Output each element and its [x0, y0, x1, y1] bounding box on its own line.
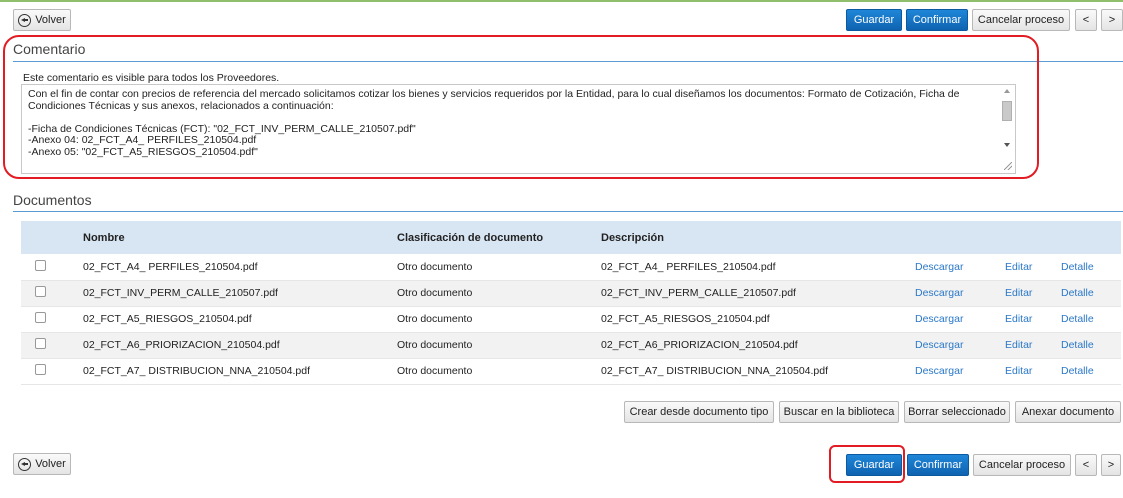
- download-link[interactable]: Descargar: [915, 287, 963, 299]
- document-name: 02_FCT_INV_PERM_CALLE_210507.pdf: [77, 280, 391, 307]
- documents-table: Nombre Clasificación de documento Descri…: [21, 221, 1121, 385]
- table-header-row: Nombre Clasificación de documento Descri…: [21, 221, 1121, 254]
- edit-link[interactable]: Editar: [1005, 287, 1032, 299]
- top-accent-line: [0, 0, 1123, 2]
- document-description: 02_FCT_A6_PRIORIZACION_210504.pdf: [595, 332, 909, 359]
- column-header-download: [909, 221, 999, 254]
- next-button-bottom[interactable]: >: [1101, 454, 1121, 476]
- column-header-name: Nombre: [77, 221, 391, 254]
- row-checkbox[interactable]: [35, 259, 46, 271]
- back-button-bottom[interactable]: Volver: [13, 453, 71, 475]
- table-row: 02_FCT_A5_RIESGOS_210504.pdf Otro docume…: [21, 306, 1121, 333]
- row-checkbox[interactable]: [35, 364, 46, 375]
- table-row: 02_FCT_A7_ DISTRIBUCION_NNA_210504.pdf O…: [21, 358, 1121, 385]
- attach-document-button[interactable]: Anexar documento: [1015, 401, 1121, 423]
- create-from-template-button[interactable]: Crear desde documento tipo: [624, 401, 774, 423]
- document-classification: Otro documento: [391, 254, 595, 281]
- document-description: 02_FCT_INV_PERM_CALLE_210507.pdf: [595, 280, 909, 307]
- cancel-process-button-bottom[interactable]: Cancelar proceso: [973, 454, 1071, 476]
- table-row: 02_FCT_INV_PERM_CALLE_210507.pdf Otro do…: [21, 280, 1121, 307]
- document-classification: Otro documento: [391, 306, 595, 333]
- confirm-button-bottom[interactable]: Confirmar: [907, 454, 969, 476]
- document-classification: Otro documento: [391, 332, 595, 359]
- document-name: 02_FCT_A4_ PERFILES_210504.pdf: [77, 254, 391, 281]
- documents-section-rule: [13, 211, 1123, 212]
- row-checkbox[interactable]: [35, 338, 46, 349]
- back-arrow-icon: [18, 457, 32, 471]
- edit-link[interactable]: Editar: [1005, 313, 1032, 325]
- detail-link[interactable]: Detalle: [1061, 261, 1094, 273]
- table-row: 02_FCT_A6_PRIORIZACION_210504.pdf Otro d…: [21, 332, 1121, 359]
- document-description: 02_FCT_A7_ DISTRIBUCION_NNA_210504.pdf: [595, 358, 909, 385]
- row-checkbox[interactable]: [35, 312, 46, 323]
- detail-link[interactable]: Detalle: [1061, 313, 1094, 325]
- save-button-top[interactable]: Guardar: [846, 9, 902, 31]
- document-classification: Otro documento: [391, 358, 595, 385]
- document-classification: Otro documento: [391, 280, 595, 307]
- column-header-edit: [999, 221, 1055, 254]
- save-highlight-annotation: [829, 445, 905, 483]
- table-row: 02_FCT_A4_ PERFILES_210504.pdf Otro docu…: [21, 254, 1121, 281]
- confirm-button-top[interactable]: Confirmar: [906, 9, 968, 31]
- edit-link[interactable]: Editar: [1005, 365, 1032, 377]
- document-description: 02_FCT_A5_RIESGOS_210504.pdf: [595, 306, 909, 333]
- select-column-header: [21, 221, 77, 254]
- cancel-process-button-top[interactable]: Cancelar proceso: [972, 9, 1070, 31]
- delete-selected-button[interactable]: Borrar seleccionado: [904, 401, 1010, 423]
- back-label: Volver: [35, 14, 66, 26]
- column-header-detail: [1055, 221, 1121, 254]
- search-library-button[interactable]: Buscar en la biblioteca: [779, 401, 899, 423]
- column-header-description: Descripción: [595, 221, 909, 254]
- back-label: Volver: [35, 458, 66, 470]
- detail-link[interactable]: Detalle: [1061, 339, 1094, 351]
- column-header-classification: Clasificación de documento: [391, 221, 595, 254]
- document-name: 02_FCT_A5_RIESGOS_210504.pdf: [77, 306, 391, 333]
- detail-link[interactable]: Detalle: [1061, 287, 1094, 299]
- edit-link[interactable]: Editar: [1005, 339, 1032, 351]
- back-arrow-icon: [18, 13, 32, 27]
- document-description: 02_FCT_A4_ PERFILES_210504.pdf: [595, 254, 909, 281]
- document-name: 02_FCT_A7_ DISTRIBUCION_NNA_210504.pdf: [77, 358, 391, 385]
- next-button-top[interactable]: >: [1101, 9, 1123, 31]
- comment-highlight-annotation: [3, 35, 1039, 179]
- detail-link[interactable]: Detalle: [1061, 365, 1094, 377]
- download-link[interactable]: Descargar: [915, 261, 963, 273]
- row-checkbox[interactable]: [35, 286, 46, 297]
- prev-button-top[interactable]: <: [1075, 9, 1097, 31]
- prev-button-bottom[interactable]: <: [1075, 454, 1097, 476]
- back-button-top[interactable]: Volver: [13, 9, 71, 31]
- download-link[interactable]: Descargar: [915, 365, 963, 377]
- download-link[interactable]: Descargar: [915, 339, 963, 351]
- edit-link[interactable]: Editar: [1005, 261, 1032, 273]
- documents-section-title: Documentos: [13, 192, 92, 208]
- document-name: 02_FCT_A6_PRIORIZACION_210504.pdf: [77, 332, 391, 359]
- download-link[interactable]: Descargar: [915, 313, 963, 325]
